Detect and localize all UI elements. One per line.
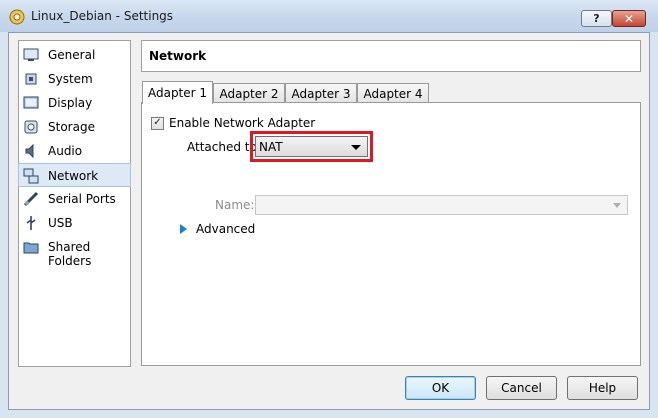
storage-icon: [24, 120, 38, 134]
enable-adapter-row[interactable]: ✓ Enable Network Adapter: [151, 116, 315, 130]
name-label: Name:: [215, 198, 255, 212]
display-icon: [23, 96, 39, 109]
advanced-label: Advanced: [196, 222, 256, 236]
sidebar-item-general[interactable]: General: [19, 43, 130, 67]
settings-window: Linux_Debian - Settings ? ✕ General Syst…: [0, 0, 658, 418]
network-icon: [23, 168, 39, 184]
virtualbox-icon: [9, 9, 25, 25]
enable-adapter-checkbox[interactable]: ✓: [151, 116, 164, 130]
tab-adapter-4[interactable]: Adapter 4: [357, 83, 429, 103]
system-icon: [25, 73, 37, 85]
page-title: Network: [149, 49, 207, 63]
sidebar-item-label: General: [48, 48, 96, 62]
cancel-button[interactable]: Cancel: [486, 376, 557, 400]
sidebar-item-usb[interactable]: USB: [19, 211, 130, 235]
ok-button[interactable]: OK: [405, 376, 476, 400]
chevron-down-icon: [613, 203, 621, 208]
adapter-panel: ✓ Enable Network Adapter Attached to: NA…: [141, 102, 641, 366]
sidebar-item-serial-ports[interactable]: Serial Ports: [19, 187, 130, 211]
tab-adapter-2[interactable]: Adapter 2: [213, 83, 285, 103]
settings-sidebar: General System Display Storage Audio Net…: [18, 40, 131, 367]
sidebar-item-storage[interactable]: Storage: [19, 115, 130, 139]
window-title: Linux_Debian - Settings: [31, 9, 174, 23]
sidebar-item-audio[interactable]: Audio: [19, 139, 130, 163]
sidebar-item-display[interactable]: Display: [19, 91, 130, 115]
sidebar-item-label: Display: [48, 96, 93, 110]
page-header: Network: [141, 40, 641, 72]
sidebar-item-label: Storage: [48, 120, 95, 134]
expand-arrow-icon: [180, 224, 187, 234]
title-bar[interactable]: Linux_Debian - Settings ? ✕: [0, 0, 658, 32]
title-help-button[interactable]: ?: [581, 10, 612, 27]
sidebar-item-label: System: [48, 72, 93, 86]
chevron-down-icon: [351, 145, 361, 150]
close-button[interactable]: ✕: [612, 10, 646, 27]
serial-ports-icon: [23, 191, 39, 207]
sidebar-item-system[interactable]: System: [19, 67, 130, 91]
attached-to-select[interactable]: NAT: [255, 136, 368, 157]
usb-icon: [26, 216, 36, 230]
name-select[interactable]: [255, 195, 628, 215]
sidebar-item-label: Network: [48, 169, 99, 183]
general-icon: [23, 48, 39, 61]
dialog-client: General System Display Storage Audio Net…: [8, 32, 650, 410]
tab-adapter-3[interactable]: Adapter 3: [285, 83, 357, 103]
shared-folders-icon: [23, 242, 39, 254]
sidebar-item-network[interactable]: Network: [18, 163, 131, 187]
sidebar-item-label: Serial Ports: [48, 192, 116, 206]
sidebar-item-label: Shared Folders: [48, 240, 92, 268]
sidebar-item-label: USB: [48, 216, 73, 230]
advanced-toggle[interactable]: Advanced: [180, 222, 255, 236]
sidebar-item-label: Audio: [48, 144, 83, 158]
help-button[interactable]: Help: [567, 376, 638, 400]
attached-to-value: NAT: [259, 140, 283, 154]
enable-adapter-label: Enable Network Adapter: [169, 116, 316, 130]
tab-adapter-1[interactable]: Adapter 1: [142, 81, 213, 104]
audio-icon: [25, 143, 34, 159]
sidebar-item-shared-folders[interactable]: Shared Folders: [19, 235, 130, 268]
